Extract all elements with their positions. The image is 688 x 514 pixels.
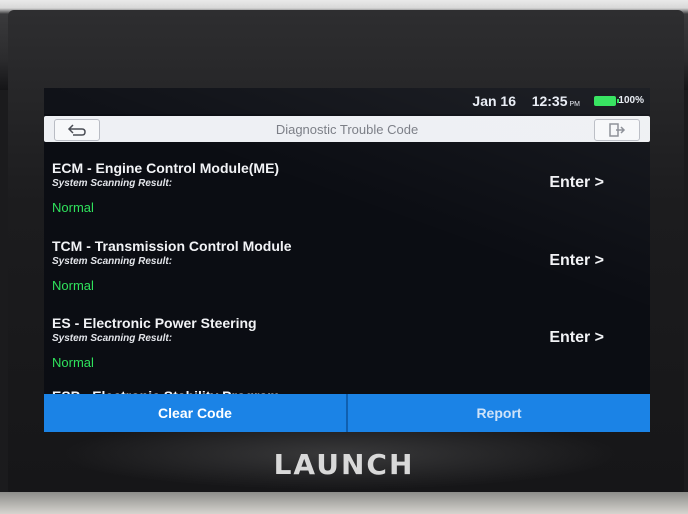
module-scan-label: System Scanning Result: <box>52 256 173 267</box>
battery-percent: 100% <box>618 95 644 106</box>
status-ampm: PM <box>569 101 581 108</box>
clear-code-button[interactable]: Clear Code <box>44 394 348 432</box>
title-bar: Diagnostic Trouble Code <box>44 116 650 142</box>
status-bar: Jan 16 12:35 PM 100% <box>44 88 650 114</box>
module-status: Normal <box>52 200 94 215</box>
status-date: Jan 16 <box>472 93 516 109</box>
status-time-value: 12:35 <box>531 93 568 109</box>
module-name: TCM - Transmission Control Module <box>52 238 292 254</box>
module-scan-label: System Scanning Result: <box>52 333 173 344</box>
device-screen: Jan 16 12:35 PM 100% Diagnostic Trouble C… <box>44 88 650 432</box>
action-bar: Clear Code Report <box>44 394 650 432</box>
module-status: Normal <box>52 278 94 293</box>
report-button[interactable]: Report <box>348 394 650 432</box>
status-time: 12:35 PM <box>532 93 580 109</box>
enter-button-ecm[interactable]: Enter > <box>549 174 604 192</box>
exit-button[interactable] <box>594 119 640 141</box>
page-title: Diagnostic Trouble Code <box>275 122 419 137</box>
module-name: ES - Electronic Power Steering <box>52 315 257 331</box>
module-row-ecm: ECM - Engine Control Module(ME) System S… <box>52 160 642 236</box>
enter-button-tcm[interactable]: Enter > <box>549 252 604 270</box>
module-name: ECM - Engine Control Module(ME) <box>52 160 280 176</box>
module-scan-label: System Scanning Result: <box>52 178 173 189</box>
exit-icon <box>609 123 626 137</box>
module-row-es: ES - Electronic Power Steering System Sc… <box>52 315 642 391</box>
table-surface <box>0 492 688 514</box>
enter-button-es[interactable]: Enter > <box>549 329 604 347</box>
module-status: Normal <box>52 355 94 370</box>
battery-icon <box>594 96 619 106</box>
device-brand-logo: LAUNCH <box>273 448 415 481</box>
module-row-tcm: TCM - Transmission Control Module System… <box>52 238 642 314</box>
